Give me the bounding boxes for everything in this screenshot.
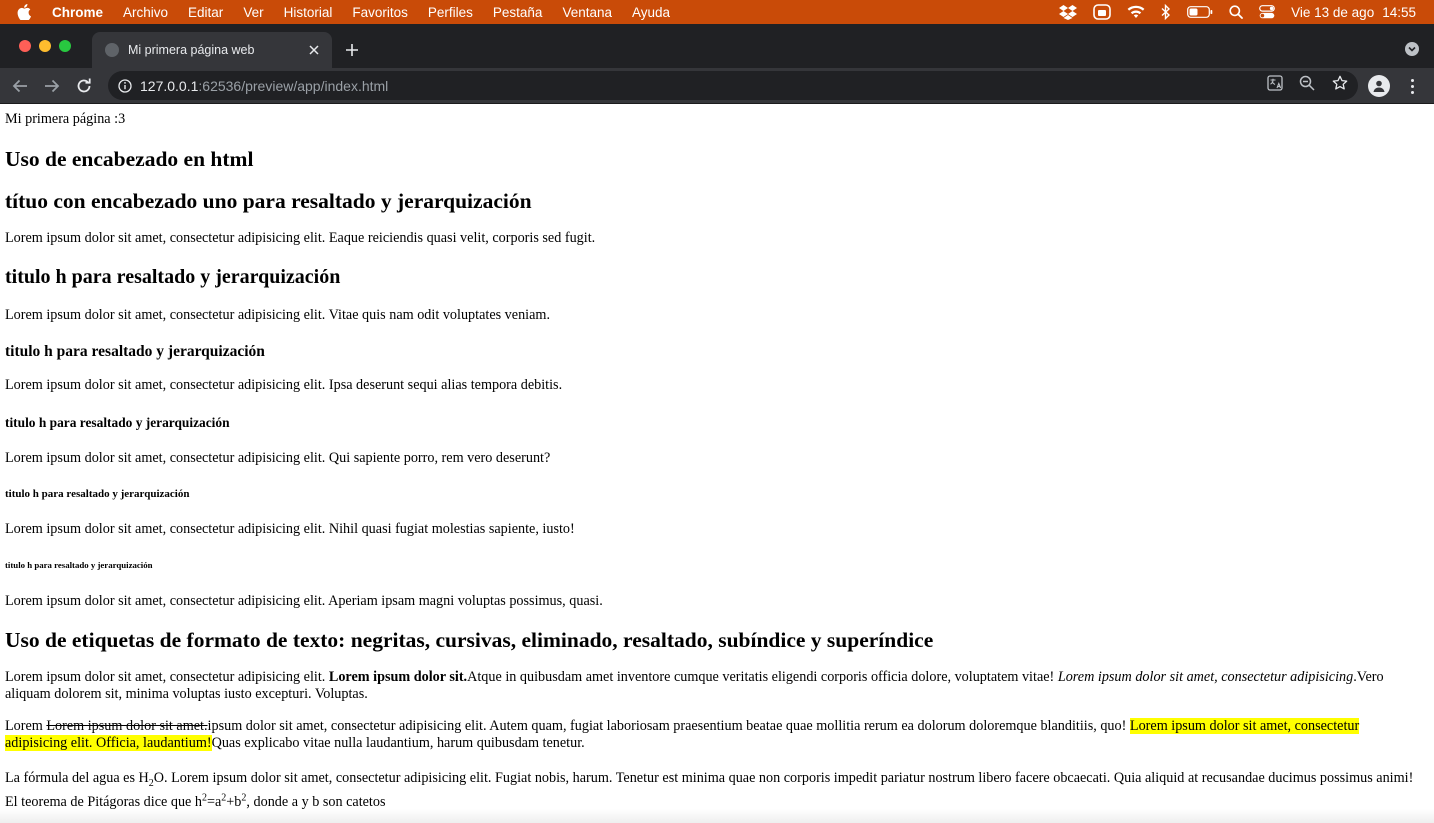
menu-ayuda[interactable]: Ayuda — [632, 5, 670, 20]
paragraph-2: Lorem ipsum dolor sit amet, consectetur … — [5, 307, 550, 323]
battery-icon[interactable] — [1187, 6, 1213, 18]
menu-ver[interactable]: Ver — [243, 5, 263, 20]
url-path: :62536/preview/app/index.html — [198, 77, 389, 94]
tab-title: Mi primera página web — [128, 43, 255, 57]
paragraph-6: Lorem ipsum dolor sit amet, consectetur … — [5, 593, 603, 609]
menubar-time: 14:55 — [1382, 4, 1416, 20]
control-center-icon[interactable] — [1259, 5, 1276, 19]
menubar-clock[interactable]: Vie 13 de ago 14:55 — [1291, 5, 1416, 20]
new-tab-button[interactable] — [342, 40, 362, 60]
heading-headers-section: Uso de encabezado en html — [5, 147, 254, 171]
heading-format-section: Uso de etiquetas de formato de texto: ne… — [5, 628, 934, 652]
heading-level-5: titulo h para resaltado y jerarquización — [5, 488, 190, 500]
paragraph-deleted-marked: Lorem Lorem ipsum dolor sit amet.ipsum d… — [5, 718, 1415, 752]
heading-level-2: titulo h para resaltado y jerarquización — [5, 266, 341, 288]
paragraph-sub-sup: La fórmula del agua es H2O. Lorem ipsum … — [5, 766, 1415, 814]
paragraph-4: Lorem ipsum dolor sit amet, consectetur … — [5, 450, 551, 466]
url-text[interactable]: 127.0.0.1:62536/preview/app/index.html — [140, 78, 388, 94]
fmt3-text-e: , donde a y b son catetos — [246, 794, 386, 810]
menu-perfiles[interactable]: Perfiles — [428, 5, 473, 20]
bluetooth-icon[interactable] — [1161, 4, 1171, 20]
window-close-button[interactable] — [19, 40, 31, 52]
zoom-icon[interactable] — [1299, 75, 1315, 91]
menu-historial[interactable]: Historial — [284, 5, 333, 20]
deleted-text: Lorem ipsum dolor sit amet. — [46, 718, 208, 734]
menu-app-chrome[interactable]: Chrome — [52, 5, 103, 20]
address-bar[interactable]: 127.0.0.1:62536/preview/app/index.html — [108, 71, 1358, 100]
bold-text: Lorem ipsum dolor sit. — [328, 669, 468, 685]
heading-level-3: titulo h para resaltado y jerarquización — [5, 343, 265, 360]
dropbox-icon[interactable] — [1059, 4, 1078, 20]
fmt3-text-d: +b — [226, 794, 242, 810]
menu-favoritos[interactable]: Favoritos — [352, 5, 408, 20]
apple-logo-icon[interactable] — [16, 4, 32, 20]
menu-ventana[interactable]: Ventana — [562, 5, 612, 20]
wifi-icon[interactable] — [1127, 5, 1145, 19]
forward-arrow-icon[interactable] — [40, 74, 64, 98]
web-page-content: Mi primera página :3 Uso de encabezado e… — [0, 104, 1434, 823]
fmt1-text-b: Atque in quibusdam amet inventore cumque… — [467, 669, 1058, 685]
tab-search-icon[interactable] — [1405, 42, 1419, 56]
fmt1-text-a: Lorem ipsum dolor sit amet, consectetur … — [5, 669, 329, 685]
intro-text: Mi primera página :3 — [5, 111, 126, 127]
paragraph-3: Lorem ipsum dolor sit amet, consectetur … — [5, 377, 563, 393]
back-arrow-icon[interactable] — [8, 74, 32, 98]
window-zoom-button[interactable] — [59, 40, 71, 52]
tab-active[interactable]: Mi primera página web — [92, 32, 332, 68]
cloud-sync-icon[interactable] — [1093, 4, 1111, 20]
bookmark-star-icon[interactable] — [1332, 75, 1348, 91]
italic-text: Lorem ipsum dolor sit amet, consectetur … — [1057, 669, 1354, 685]
chrome-menu-icon[interactable] — [1404, 76, 1420, 96]
menu-pestana[interactable]: Pestaña — [493, 5, 543, 20]
browser-toolbar: 127.0.0.1:62536/preview/app/index.html — [0, 68, 1434, 104]
close-tab-icon[interactable] — [304, 40, 324, 60]
heading-level-6: titulo h para resaltado y jerarquización — [5, 560, 153, 570]
heading-level-1: títuo con encabezado uno para resaltado … — [5, 189, 532, 213]
macos-menu-bar: Chrome Archivo Editar Ver Historial Favo… — [0, 0, 1434, 24]
tab-strip: Mi primera página web — [0, 24, 1434, 68]
fmt3-text-a: La fórmula del agua es H — [5, 770, 149, 786]
url-host: 127.0.0.1 — [140, 77, 199, 94]
fmt2-text-b: ipsum dolor sit amet, consectetur adipis… — [207, 718, 1130, 734]
menu-archivo[interactable]: Archivo — [123, 5, 168, 20]
profile-avatar-icon[interactable] — [1368, 75, 1390, 97]
menubar-date: Vie 13 de ago — [1291, 4, 1375, 20]
paragraph-1: Lorem ipsum dolor sit amet, consectetur … — [5, 230, 596, 246]
globe-icon — [105, 43, 119, 57]
menu-editar[interactable]: Editar — [188, 5, 223, 20]
spotlight-search-icon[interactable] — [1229, 5, 1244, 19]
paragraph-bold-italic: Lorem ipsum dolor sit amet, consectetur … — [5, 669, 1415, 703]
paragraph-5: Lorem ipsum dolor sit amet, consectetur … — [5, 521, 575, 537]
site-info-icon[interactable] — [117, 78, 133, 94]
fmt2-text-a: Lorem — [5, 718, 47, 734]
heading-level-4: titulo h para resaltado y jerarquización — [5, 415, 230, 430]
fmt3-text-c: =a — [206, 794, 222, 810]
fmt2-text-c: Quas explicabo vitae nulla laudantium, h… — [211, 735, 585, 751]
translate-icon[interactable] — [1267, 75, 1283, 91]
window-minimize-button[interactable] — [39, 40, 51, 52]
reload-icon[interactable] — [72, 74, 96, 98]
